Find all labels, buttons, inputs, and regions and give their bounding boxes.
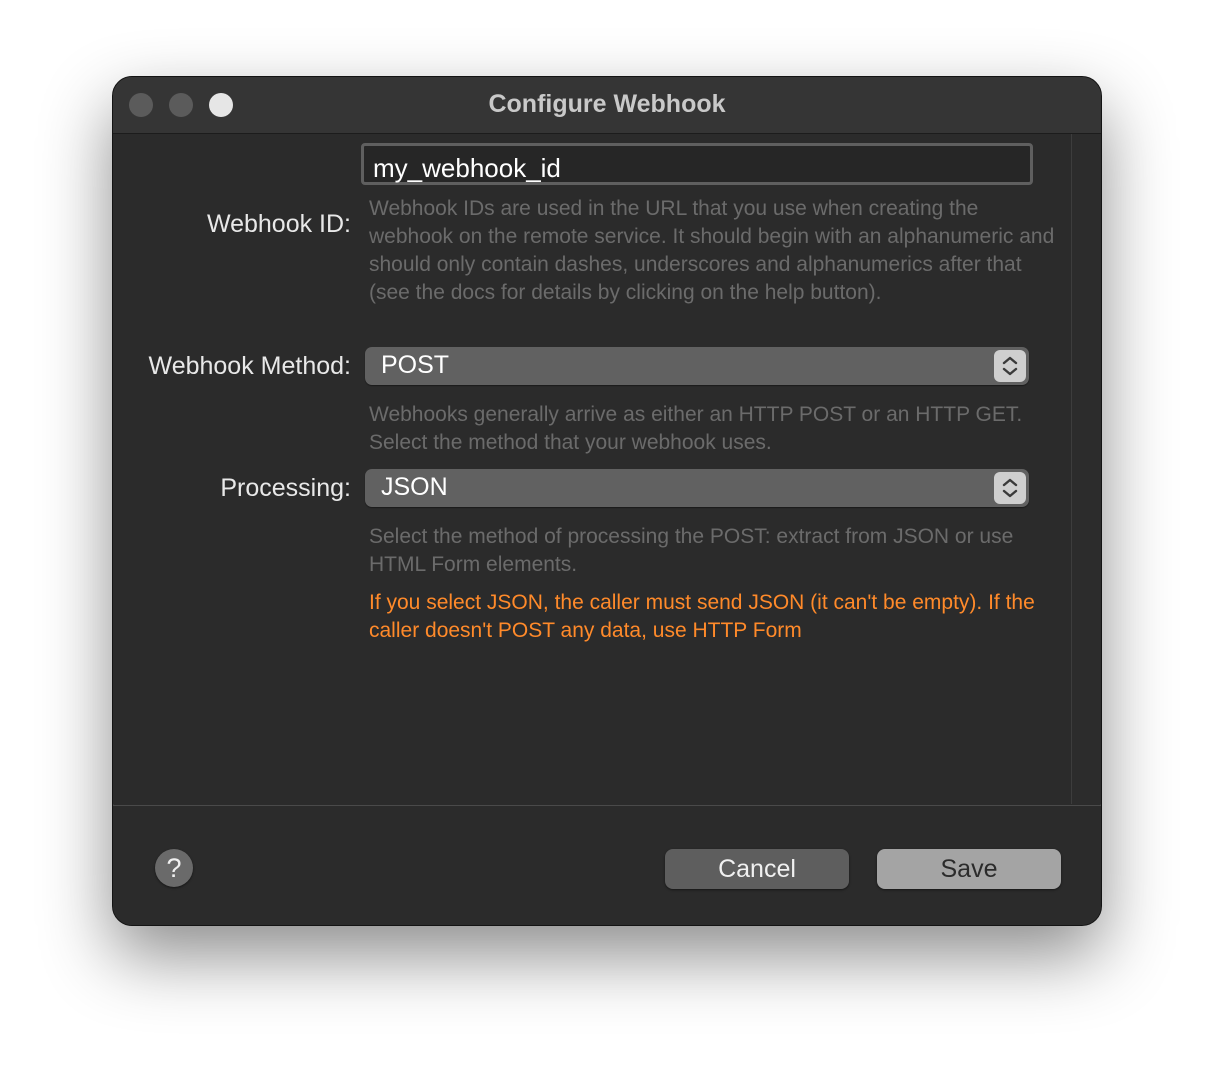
up-down-chevron-icon <box>994 350 1026 382</box>
webhook-method-selected-value: POST <box>381 351 450 379</box>
processing-warning-text: If you select JSON, the caller must send… <box>369 591 1035 642</box>
processing-label: Processing: <box>220 474 351 502</box>
save-button[interactable]: Save <box>877 849 1061 889</box>
webhook-method-help-text: Webhooks generally arrive as either an H… <box>369 403 1023 454</box>
window-title: Configure Webhook <box>488 90 726 118</box>
processing-select[interactable]: JSON <box>365 469 1029 507</box>
cancel-button[interactable]: Cancel <box>665 849 849 889</box>
webhook-id-help-text: Webhook IDs are used in the URL that you… <box>369 197 1055 304</box>
title-bar[interactable]: Configure Webhook <box>113 77 1101 134</box>
processing-selected-value: JSON <box>381 473 448 501</box>
form-content: Webhook ID: my_webhook_id Webhook IDs ar… <box>113 134 1101 804</box>
configure-webhook-window: Configure Webhook Webhook ID: my_webhook… <box>112 76 1102 926</box>
help-button[interactable]: ? <box>155 849 193 887</box>
webhook-method-label: Webhook Method: <box>148 352 351 380</box>
webhook-id-input[interactable]: my_webhook_id <box>361 143 1033 185</box>
vertical-scrollbar[interactable] <box>1071 134 1101 804</box>
dialog-footer: ? Cancel Save <box>113 805 1101 925</box>
up-down-chevron-icon <box>994 472 1026 504</box>
webhook-method-select[interactable]: POST <box>365 347 1029 385</box>
webhook-id-label: Webhook ID: <box>206 210 351 238</box>
processing-help-text: Select the method of processing the POST… <box>369 525 1014 576</box>
